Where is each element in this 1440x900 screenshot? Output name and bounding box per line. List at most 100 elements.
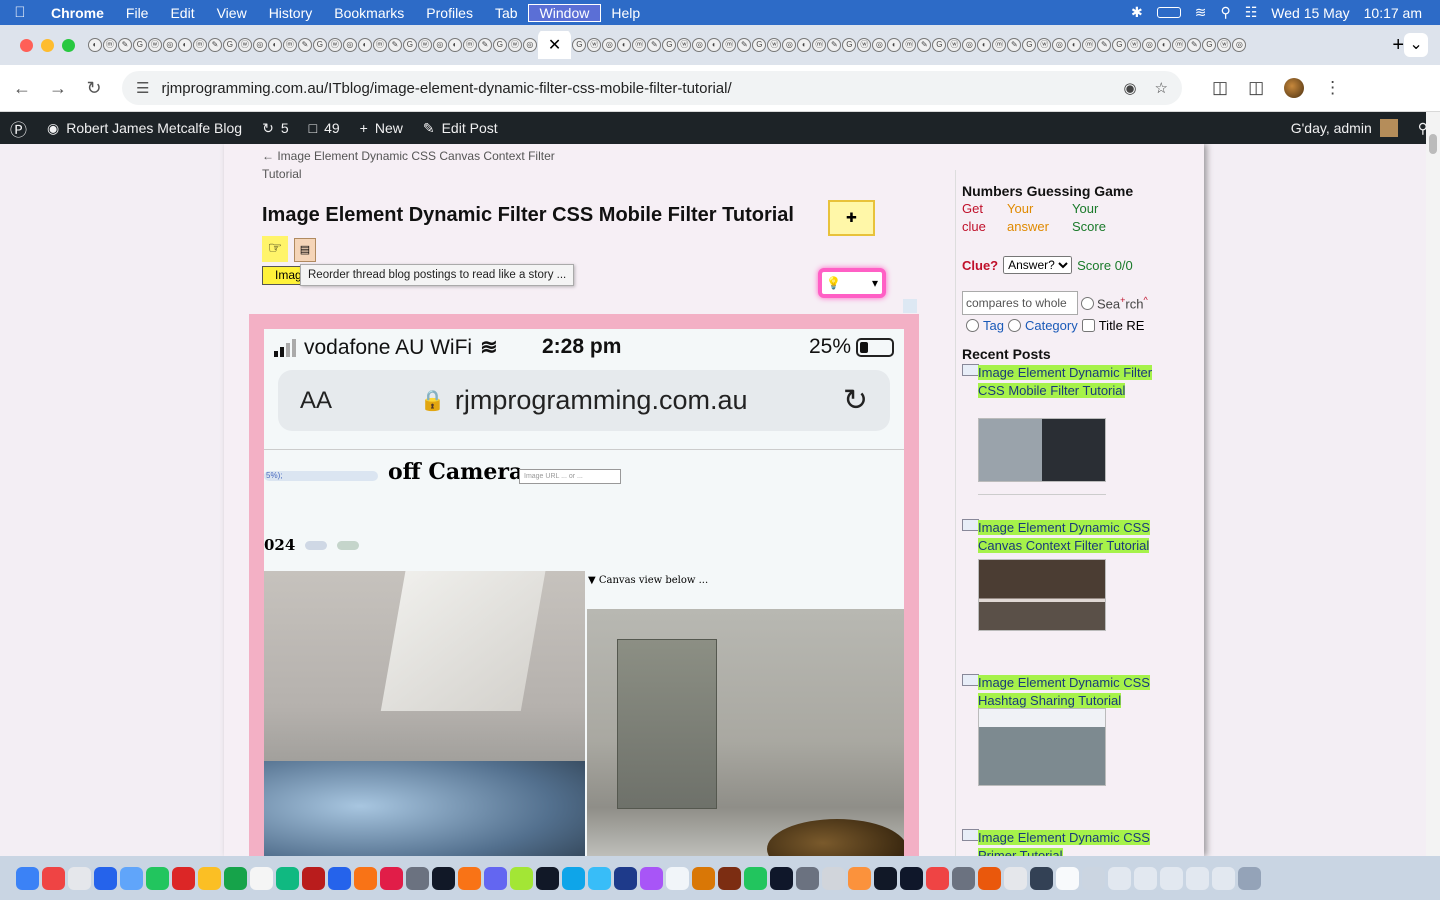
admin-edit-post-link[interactable]: ✎ Edit Post [413,120,508,137]
recent-post-thumbnail[interactable] [978,418,1106,482]
recent-post-item[interactable]: Image Element Dynamic Filter CSS Mobile … [962,364,1162,504]
dock-app-icon[interactable] [276,866,299,890]
tab-favicon-icon[interactable]: ⓜ [812,38,827,52]
zoom-window-button[interactable] [62,38,75,52]
dock-app-icon[interactable] [1056,866,1079,890]
tab-favicon-icon[interactable]: ⓜ [372,38,387,52]
tab-favicon-icon[interactable]: ◐ [87,38,102,52]
dock-app-icon[interactable] [42,866,65,890]
tab-favicon-icon[interactable]: ⓜ [462,38,477,52]
tag-radio[interactable] [966,319,979,332]
dock-app-icon[interactable] [536,866,559,890]
recent-post-item[interactable]: Image Element Dynamic CSS Hashtag Sharin… [962,674,1162,814]
minimize-window-button[interactable] [41,38,54,52]
tab-favicon-icon[interactable]: ✎ [297,38,312,52]
spotlight-search-icon[interactable]: ⚲ [1220,4,1230,21]
profile-avatar[interactable] [1284,78,1305,98]
admin-comments-link[interactable]: □ 49 [299,120,350,136]
dock-app-icon[interactable] [510,866,533,890]
tab-favicon-icon[interactable]: ◐ [1157,38,1172,52]
apple-icon[interactable]:  [0,4,40,21]
dock-app-icon[interactable] [1186,866,1209,890]
back-icon[interactable]: ← [4,78,40,99]
tab-favicon-icon[interactable]: ⓜ [1172,38,1187,52]
menu-bookmarks[interactable]: Bookmarks [323,5,415,21]
dock-app-icon[interactable] [94,866,117,890]
tab-favicon-icon[interactable]: G [662,38,677,52]
tab-favicon-icon[interactable]: ◎ [252,38,267,52]
tab-favicon-icon[interactable]: ◎ [522,38,537,52]
dock-app-icon[interactable] [120,866,143,890]
tab-favicon-icon[interactable]: ◎ [602,38,617,52]
tab-favicon-icon[interactable]: ✎ [1007,38,1022,52]
tab-search-icon[interactable]: ⌄ [1404,33,1428,57]
tab-favicon-icon[interactable]: ✎ [387,38,402,52]
tab-favicon-icon[interactable]: ⓦ [147,38,162,52]
tab-favicon-icon[interactable]: ◎ [162,38,177,52]
recent-post-title[interactable]: Image Element Dynamic Filter CSS Mobile … [978,364,1158,400]
menu-help[interactable]: Help [600,5,651,21]
dock-app-icon[interactable] [224,866,247,890]
dock-app-icon[interactable] [1212,866,1235,890]
recent-post-item[interactable]: Image Element Dynamic CSS Primer Tutoria… [962,829,1162,856]
tab-favicon-icon[interactable]: ✎ [207,38,222,52]
admin-site-link[interactable]: ◉ Robert James Metcalfe Blog [37,120,252,137]
new-tab-icon[interactable]: + [1392,34,1404,57]
address-bar[interactable]: ☰ rjmprogramming.com.au/ITblog/image-ele… [122,71,1182,105]
dock-app-icon[interactable] [562,866,585,890]
lightbulb-select[interactable]: 💡 ▾ [818,268,886,298]
dock-app-icon[interactable] [354,866,377,890]
active-tab-close-icon[interactable]: ✕ [537,31,572,59]
dock-app-icon[interactable] [692,866,715,890]
tab-favicon-icon[interactable]: ✎ [1097,38,1112,52]
tab-favicon-icon[interactable]: ◎ [692,38,707,52]
tab-favicon-icon[interactable]: ⓦ [1037,38,1052,52]
dock-app-icon[interactable] [900,866,923,890]
search-label[interactable]: Sea+rch^ [1097,295,1148,311]
tab-favicon-icon[interactable]: G [402,38,417,52]
title-image-icon[interactable]: ✚ [828,200,875,236]
page-scrollbar[interactable] [1426,112,1440,856]
eye-icon[interactable]: ◉ [1123,79,1136,97]
tab-favicon-icon[interactable]: G [222,38,237,52]
recent-post-title[interactable]: Image Element Dynamic CSS Primer Tutoria… [978,829,1158,856]
category-radio[interactable] [1007,319,1021,332]
dock-app-icon[interactable] [588,866,611,890]
tab-favicon-icon[interactable]: ◎ [1142,38,1157,52]
title-re-checkbox[interactable] [1081,319,1095,332]
tab-favicon-icon[interactable]: ◐ [177,38,192,52]
tab-favicon-icon[interactable]: G [1022,38,1037,52]
dock-app-icon[interactable] [198,866,221,890]
dock-app-icon[interactable] [172,866,195,890]
recent-post-thumbnail[interactable] [978,559,1106,631]
dock-app-icon[interactable] [380,866,403,890]
tab-favicon-icon[interactable]: ◎ [962,38,977,52]
tab-favicon-icon[interactable]: ⓜ [102,38,117,52]
dock-app-icon[interactable] [640,866,663,890]
recent-post-title[interactable]: Image Element Dynamic CSS Canvas Context… [978,519,1158,555]
tab-favicon-icon[interactable]: G [572,38,587,52]
dock-app-icon[interactable] [1030,866,1053,890]
battery-icon[interactable] [1156,7,1181,18]
tab-favicon-icon[interactable]: ⓜ [192,38,207,52]
menubar-time[interactable]: 10:17 am [1364,5,1422,21]
wifi-icon[interactable]: ≋ [1195,4,1207,21]
dock-app-icon[interactable] [1238,866,1261,890]
dock-app-icon[interactable] [406,866,429,890]
menu-view[interactable]: View [206,5,258,21]
dock-app-icon[interactable] [614,866,637,890]
tab-favicon-icon[interactable]: ✎ [827,38,842,52]
tab-favicon-icon[interactable]: G [1112,38,1127,52]
dock-app-icon[interactable] [926,866,949,890]
dock-app-icon[interactable] [432,866,455,890]
site-info-icon[interactable]: ☰ [136,79,149,97]
tab-favicon-icon[interactable]: G [752,38,767,52]
menu-edit[interactable]: Edit [159,5,205,21]
tab-favicon-icon[interactable]: ⓦ [1127,38,1142,52]
search-input[interactable] [962,291,1078,315]
get-clue-label[interactable]: Get clue [962,200,1010,236]
dock-app-icon[interactable] [744,866,767,890]
dock-app-icon[interactable] [874,866,897,890]
forward-icon[interactable]: → [40,78,76,99]
tab-favicon-icon[interactable]: ⓜ [722,38,737,52]
